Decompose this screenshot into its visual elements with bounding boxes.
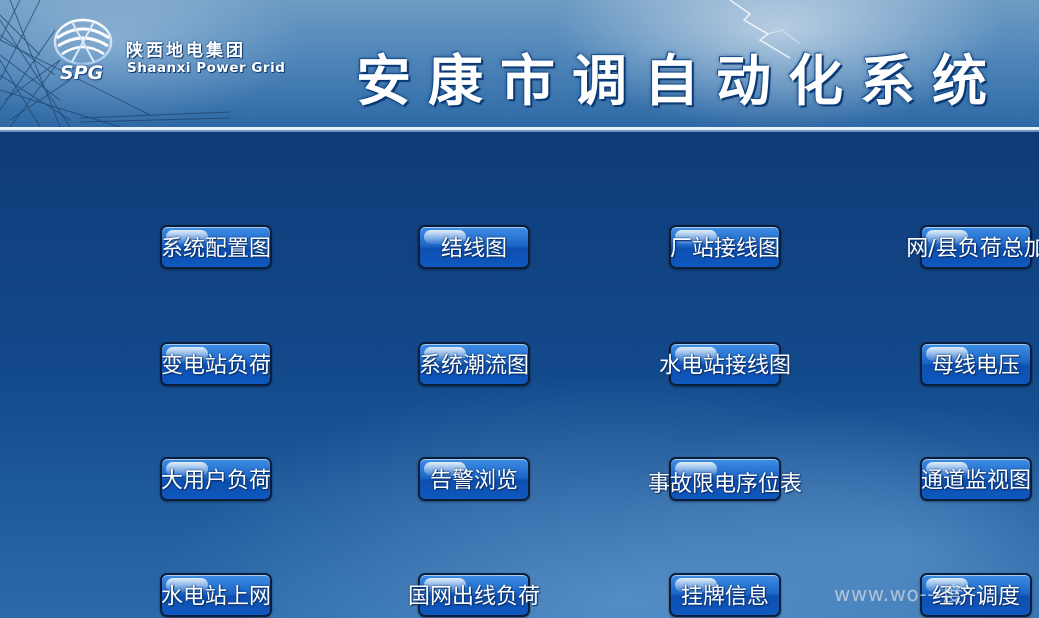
nav-button-load-shedding-order[interactable]: 事故限电序位表: [648, 457, 802, 501]
logo-company-name-en: Shaanxi Power Grid: [127, 60, 286, 76]
header-banner: SPG 陕西地电集团 Shaanxi Power Grid 安康市调自动化系统: [0, 0, 1039, 127]
nav-button-label: 水电站上网: [160, 584, 272, 610]
app-window: SPG 陕西地电集团 Shaanxi Power Grid 安康市调自动化系统 …: [0, 0, 1039, 618]
nav-button-state-grid-outgoing-load[interactable]: 国网出线负荷: [408, 573, 540, 617]
nav-button-label: 网/县负荷总加: [906, 236, 1039, 262]
nav-button-major-customer-load[interactable]: 大用户负荷: [160, 457, 272, 501]
nav-button-substation-load[interactable]: 变电站负荷: [160, 342, 272, 386]
nav-button-label: 挂牌信息: [680, 584, 770, 610]
nav-button-label: 事故限电序位表: [647, 472, 803, 498]
nav-button-hydro-station-wiring[interactable]: 水电站接线图: [659, 342, 791, 386]
nav-button-bus-voltage[interactable]: 母线电压: [920, 342, 1032, 386]
nav-button-label: 厂站接线图: [669, 236, 781, 262]
page-title: 安康市调自动化系统: [356, 49, 1005, 113]
spg-logo-globe-icon: [53, 18, 113, 66]
nav-button-station-wiring-diagram[interactable]: 厂站接线图: [669, 225, 781, 269]
logo-abbreviation: SPG: [60, 62, 104, 84]
nav-button-power-flow-diagram[interactable]: 系统潮流图: [418, 342, 530, 386]
nav-button-channel-monitor[interactable]: 通道监视图: [920, 457, 1032, 501]
nav-button-label: 通道监视图: [920, 468, 1032, 494]
site-watermark: www.wo---度: [834, 582, 964, 606]
nav-button-label: 变电站负荷: [160, 353, 272, 379]
nav-button-county-load-total[interactable]: 网/县负荷总加: [906, 225, 1039, 269]
nav-button-alarm-browse[interactable]: 告警浏览: [418, 457, 530, 501]
nav-button-label: 结线图: [440, 236, 508, 262]
nav-button-label: 大用户负荷: [160, 468, 272, 494]
nav-button-label: 告警浏览: [429, 468, 519, 494]
nav-button-label: 系统配置图: [160, 236, 272, 262]
nav-button-label: 系统潮流图: [418, 353, 530, 379]
nav-button-hydro-grid-feed[interactable]: 水电站上网: [160, 573, 272, 617]
logo-company-name-cn: 陕西地电集团: [126, 41, 246, 61]
nav-button-label: 水电站接线图: [658, 353, 792, 379]
nav-button-tag-info[interactable]: 挂牌信息: [669, 573, 781, 617]
nav-button-wiring-diagram[interactable]: 结线图: [418, 225, 530, 269]
nav-button-label: 国网出线负荷: [407, 584, 541, 610]
nav-button-label: 母线电压: [931, 353, 1021, 379]
nav-button-system-config-diagram[interactable]: 系统配置图: [160, 225, 272, 269]
